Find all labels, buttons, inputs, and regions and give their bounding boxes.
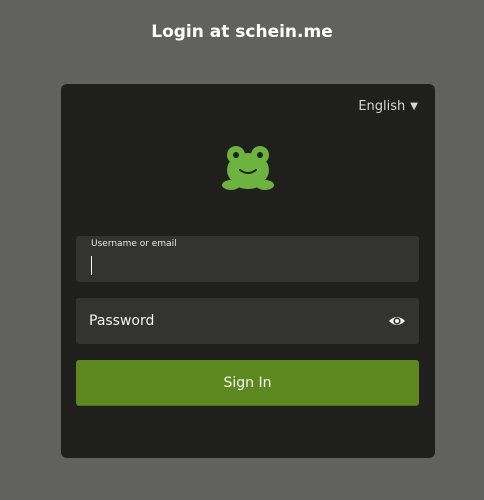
language-selector[interactable]: English ▼ [358,98,418,116]
username-field[interactable]: Username or email [76,236,419,282]
username-label: Username or email [91,239,177,249]
password-field[interactable]: Password [76,298,419,344]
text-cursor [91,256,92,275]
sign-in-button[interactable]: Sign In [76,360,419,406]
language-label: English [358,99,406,114]
frog-logo-icon [222,146,274,190]
caret-down-icon: ▼ [410,101,418,112]
password-placeholder: Password [89,313,155,329]
login-card: English ▼ Username or email Password Sig… [61,84,435,458]
page-title: Login at schein.me [151,22,333,42]
eye-icon[interactable] [388,313,406,329]
